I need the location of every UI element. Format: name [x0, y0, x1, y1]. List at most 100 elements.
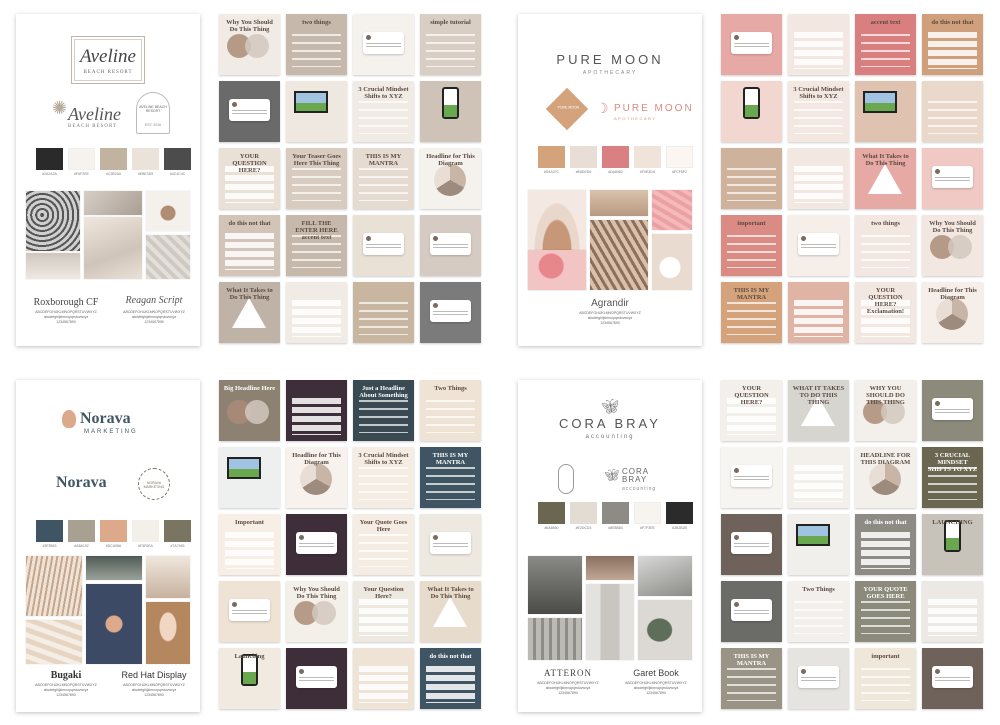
- swatch: #E8DED6: [570, 146, 597, 174]
- checklist: [794, 300, 843, 337]
- color-palette: #D4A37C #E8DED6 #DA8082 #F0E3DA #FCF6F2: [538, 146, 693, 174]
- post-card: [229, 99, 270, 121]
- board-pure-moon: PURE MOON APOTHECARY PURE MOON ☽ PURE MO…: [500, 0, 1000, 362]
- template-tile: Your Question Here?: [353, 581, 414, 642]
- swatch: #F0E3DA: [634, 146, 661, 174]
- tile-headline: Headline for This Diagram: [426, 153, 475, 168]
- arch-mark-text: AVELINE BEACH RESORT: [139, 105, 167, 113]
- swatch-hex: #4C4C4C: [169, 172, 186, 176]
- font-sample-secondary: ABCDEFGHIJKLMNOPQRSTUVWXYZ abcdefghijklm…: [112, 310, 196, 325]
- template-tile: Why You Should Do This Thing: [219, 14, 280, 75]
- post-card: [296, 666, 337, 688]
- tile-headline: Two Things: [434, 385, 467, 392]
- pyramid-diagram: [232, 298, 266, 328]
- template-tile: [922, 81, 983, 142]
- color-palette: #6A6650 #E2DCD3 #8E8B84 #F7F3EE #2B2B2B: [538, 502, 693, 530]
- template-grid: YOUR QUESTION HERE? WHAT IT TAKES TO DO T…: [721, 380, 983, 709]
- tile-headline: Big Headline Here: [223, 385, 276, 392]
- font-sample-primary: ABCDEFGHIJKLMNOPQRSTUVWXYZ abcdefghijklm…: [526, 681, 610, 696]
- swatch-chip: [132, 148, 159, 170]
- checklist: [794, 166, 843, 203]
- template-tile: 3 CRUCIAL MINDSET SHIFTS TO XYZ: [922, 447, 983, 508]
- sample-numbers: 1234567890: [600, 320, 620, 325]
- text-lines: [861, 601, 910, 634]
- font-name-primary: Roxborough CF: [33, 297, 99, 308]
- swatch-chip: [666, 502, 693, 524]
- moon-icon: ☽: [596, 100, 609, 116]
- template-tile: [922, 648, 983, 709]
- tile-headline: do this not that: [429, 653, 472, 660]
- swatch: #2A2A2A: [36, 148, 63, 176]
- template-tile: THIS IS MY MANTRA: [721, 282, 782, 343]
- diagram-circle: [434, 164, 466, 196]
- font-sample-primary: ABCDEFGHIJKLMNOPQRSTUVWXYZ abcdefghijklm…: [518, 311, 702, 326]
- template-tile: [721, 514, 782, 575]
- template-tile: do this not that: [855, 514, 916, 575]
- tile-headline: 3 Crucial Mindset Shifts to XYZ: [358, 86, 409, 101]
- checklist: [794, 32, 843, 69]
- template-tile: [788, 282, 849, 343]
- mood-photo: [586, 584, 634, 660]
- template-tile: [788, 14, 849, 75]
- template-tile: [721, 581, 782, 642]
- checklist: [928, 599, 977, 636]
- post-card: [363, 32, 404, 54]
- logo-alt-title: PURE MOON: [614, 103, 694, 114]
- swatch-chip: [570, 146, 597, 168]
- text-lines: [727, 168, 776, 201]
- template-tile: 3 Crucial Mindset Shifts to XYZ: [788, 81, 849, 142]
- tile-headline: Two Things: [802, 586, 835, 593]
- mood-photo: [528, 618, 582, 660]
- template-tile: do this not that: [219, 215, 280, 276]
- text-lines: [727, 235, 776, 268]
- sample-numbers: 1234567890: [558, 690, 578, 695]
- logo-subtitle: BEACH RESORT: [83, 70, 133, 75]
- template-tile: YOUR QUESTION HERE? Exclamation!: [855, 282, 916, 343]
- laptop-mockup: [796, 524, 830, 546]
- text-lines: [359, 168, 408, 201]
- text-lines: [359, 101, 408, 134]
- tile-headline: Headline for This Diagram: [292, 452, 341, 467]
- tile-headline: Why You Should Do This Thing: [929, 220, 976, 235]
- tile-headline: Why You Should Do This Thing: [293, 586, 340, 601]
- template-tile: YOUR QUOTE GOES HERE: [855, 581, 916, 642]
- template-tile: simple tutorial: [420, 14, 481, 75]
- leaf-icon: [62, 410, 76, 428]
- checklist: [359, 599, 408, 636]
- swatch: #F6F2EE: [68, 148, 95, 176]
- venn-circle: [245, 400, 269, 424]
- tile-headline: THIS IS MY MANTRA: [733, 287, 770, 302]
- text-lines: [359, 302, 408, 335]
- template-tile: [286, 282, 347, 343]
- text-lines: [727, 668, 776, 701]
- post-card: [798, 233, 839, 255]
- template-tile: [286, 81, 347, 142]
- template-tile: HEADLINE FOR THIS DIAGRAM: [855, 447, 916, 508]
- template-tile: What It Takes to Do This Thing: [855, 148, 916, 209]
- template-tile: Headline for This Diagram: [420, 148, 481, 209]
- tile-headline: do this not that: [864, 519, 907, 526]
- swatch-hex: #DCA98A: [105, 544, 122, 548]
- checklist: [292, 300, 341, 337]
- template-tile: YOUR QUESTION HERE?: [219, 148, 280, 209]
- post-card: [229, 599, 270, 621]
- logo-alt-subtitle: APOTHECARY: [614, 116, 657, 121]
- text-lines: [292, 34, 341, 67]
- tile-headline: WHY YOU SHOULD DO THIS THING: [866, 385, 905, 407]
- text-lines: [794, 101, 843, 134]
- template-tile: two things: [855, 215, 916, 276]
- swatch: #C2B2A0: [100, 148, 127, 176]
- font-name-primary: Bugaki: [50, 670, 82, 681]
- font-name-secondary: Red Hat Display: [121, 670, 187, 680]
- post-card: [430, 300, 471, 322]
- tile-headline: Just a Headline About Something: [359, 385, 408, 400]
- template-tile: [788, 447, 849, 508]
- template-grid: Why You Should Do This Thing two things si…: [219, 14, 481, 343]
- tile-headline: simple tutorial: [430, 19, 471, 26]
- sample-numbers: 1234567890: [646, 690, 666, 695]
- swatch-hex: #F0E3DA: [639, 170, 656, 174]
- tile-headline: Your Teaser Goes Here This Thing: [292, 153, 341, 168]
- template-tile: [721, 148, 782, 209]
- template-tile: WHAT IT TAKES TO DO THIS THING: [788, 380, 849, 441]
- template-tile: [353, 215, 414, 276]
